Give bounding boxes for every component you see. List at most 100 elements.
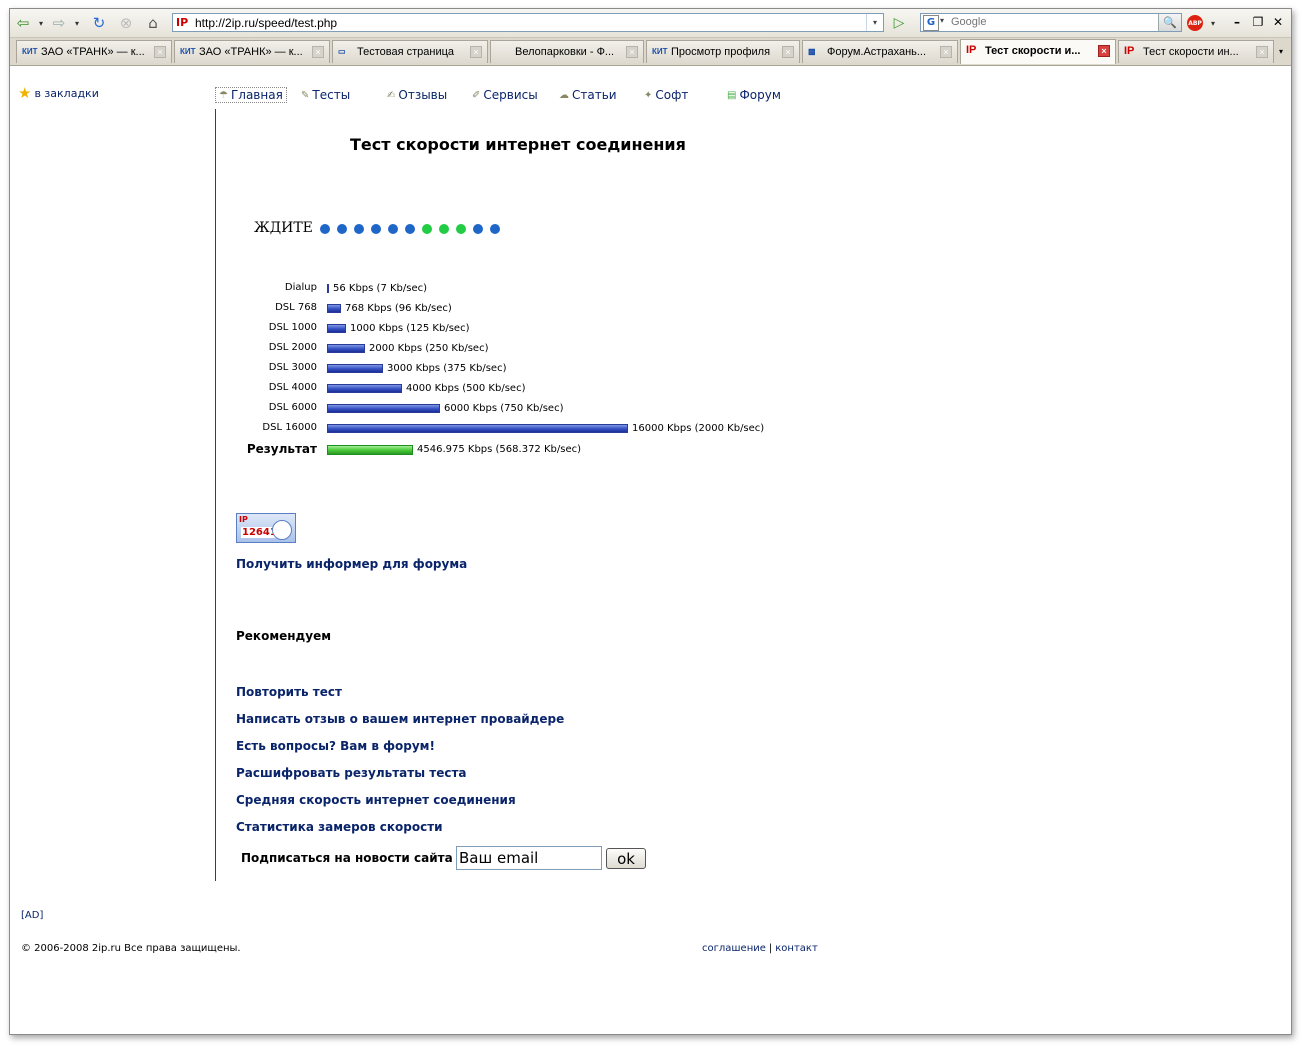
tab-favicon-icon: КИТ [180,47,196,56]
tab-close-icon[interactable]: × [782,46,794,58]
search-icon[interactable]: 🔍 [1158,14,1181,31]
bar-category-label: Результат [246,442,317,456]
tab-close-icon[interactable]: × [1256,46,1268,58]
nav-item-home[interactable]: ☂ Главная [215,87,287,103]
home-icon[interactable]: ⌂ [142,13,164,33]
contact-link[interactable]: контакт [775,943,818,954]
add-bookmark-link[interactable]: ★ в закладки [18,86,99,101]
search-box[interactable]: G ▾ 🔍 [920,13,1182,32]
progress-dot [490,224,500,234]
restore-icon[interactable]: ❐ [1251,15,1265,29]
tab[interactable]: КИТ Просмотр профиля × [646,40,800,63]
nav-item-software[interactable]: ✦ Софт [644,88,688,102]
page-title: Тест скорости интернет соединения [350,135,686,154]
tab-close-icon[interactable]: × [1098,45,1110,57]
tab-title: ЗАО «ТРАНК» — к... [41,46,145,58]
tab[interactable]: КИТ ЗАО «ТРАНК» — к... × [16,40,172,63]
subscribe-button[interactable]: ok [606,848,646,869]
progress-dot [320,224,330,234]
bar-value-label: 768 Kbps (96 Kb/sec) [345,303,452,314]
tab-close-icon[interactable]: × [470,46,482,58]
bar-category-label: DSL 3000 [268,362,317,373]
bar-category-label: DSL 768 [275,302,317,313]
search-engine-icon[interactable]: G [923,15,939,31]
reload-icon[interactable]: ↻ [88,13,110,33]
recommend-heading: Рекомендуем [236,629,332,643]
ad-link[interactable]: [AD] [21,910,43,921]
forum-questions-link[interactable]: Есть вопросы? Вам в форум! [236,739,435,753]
decode-results-link[interactable]: Расшифровать результаты теста [236,766,467,780]
reference-bar [327,424,628,433]
footer-separator: | [768,943,773,954]
speed-stats-link[interactable]: Статистика замеров скорости [236,820,443,834]
copyright-text: © 2006-2008 2ip.ru Все права защищены. [21,943,241,954]
bar-category-label: DSL 6000 [268,402,317,413]
bar-category-label: DSL 4000 [268,382,317,393]
tab-close-icon[interactable]: × [940,46,952,58]
agreement-link[interactable]: соглашение [702,943,766,954]
bar-category-label: Dialup [284,282,317,293]
nav-item-forum[interactable]: ▤ Форум [727,88,781,102]
minimize-icon[interactable]: – [1230,15,1244,29]
bar-value-label: 1000 Kbps (125 Kb/sec) [350,323,470,334]
progress-dot [337,224,347,234]
tab[interactable]: Велопарковки - Ф... × [490,40,644,63]
tab-close-icon[interactable]: × [312,46,324,58]
nav-item-reviews[interactable]: ✍ Отзывы [387,88,447,102]
address-text[interactable]: http://2ip.ru/speed/test.php [195,16,337,30]
tab[interactable]: IP Тест скорости и... × [960,39,1116,64]
search-engine-dropdown-icon[interactable]: ▾ [940,16,944,25]
bar-category-label: DSL 2000 [268,342,317,353]
reference-bar [327,384,402,393]
forward-icon[interactable]: ⇨ [48,13,70,33]
tab-close-icon[interactable]: × [154,46,166,58]
back-dropdown-icon[interactable]: ▾ [36,13,46,33]
progress-dot [456,224,466,234]
tab[interactable]: КИТ ЗАО «ТРАНК» — к... × [174,40,330,63]
progress-dot [422,224,432,234]
tab[interactable]: ▭ Тестовая страница × [332,40,488,63]
subscribe-label: Подписаться на новости сайта [241,851,453,865]
reference-bar [327,404,440,413]
go-icon[interactable]: ▷ [890,14,908,32]
reviews-nav-icon: ✍ [387,89,396,101]
email-field[interactable] [456,846,602,870]
tab-title: Тест скорости и... [985,45,1081,57]
back-icon[interactable]: ⇦ [12,13,34,33]
write-review-link[interactable]: Написать отзыв о вашем интернет провайде… [236,712,564,726]
search-input[interactable] [951,15,1151,29]
repeat-test-link[interactable]: Повторить тест [236,685,342,699]
forward-dropdown-icon[interactable]: ▾ [72,13,82,33]
address-bar[interactable]: IP http://2ip.ru/speed/test.php ▾ [172,13,884,32]
address-dropdown-icon[interactable]: ▾ [866,14,883,31]
services-nav-icon: ✐ [472,89,481,101]
result-bar [327,445,413,455]
reference-bar [327,364,383,373]
tab[interactable]: ▩ Форум.Астрахань... × [802,40,958,63]
nav-item-tests[interactable]: ✎ Тесты [301,88,350,102]
get-informer-link[interactable]: Получить информер для форума [236,557,467,571]
footer-links: соглашение | контакт [702,943,818,954]
reference-bar [327,304,341,313]
tab-close-icon[interactable]: × [626,46,638,58]
gauge-icon [272,520,292,540]
site-favicon-icon: IP [176,16,189,29]
progress-dot [405,224,415,234]
tests-nav-icon: ✎ [301,89,310,101]
tab-title: Тест скорости ин... [1143,46,1239,58]
average-speed-link[interactable]: Средняя скорость интернет соединения [236,793,516,807]
close-window-icon[interactable]: ✕ [1271,15,1285,29]
tab[interactable]: IP Тест скорости ин... × [1118,40,1274,63]
tab-title: Тестовая страница [357,46,455,58]
stop-icon[interactable]: ⊗ [115,13,137,33]
nav-item-articles[interactable]: ☁ Статьи [559,88,617,102]
bar-value-label: 16000 Kbps (2000 Kb/sec) [632,423,765,434]
adblock-dropdown-icon[interactable]: ▾ [1208,13,1218,33]
tab-list-icon[interactable]: ▾ [1273,42,1289,60]
adblock-icon[interactable]: ABP [1187,15,1203,31]
nav-item-services[interactable]: ✐ Сервисы [472,88,538,102]
informer-banner[interactable]: IP 12641 [236,513,296,543]
reference-bar [327,344,365,353]
progress-dot [354,224,364,234]
content-divider [215,109,216,881]
